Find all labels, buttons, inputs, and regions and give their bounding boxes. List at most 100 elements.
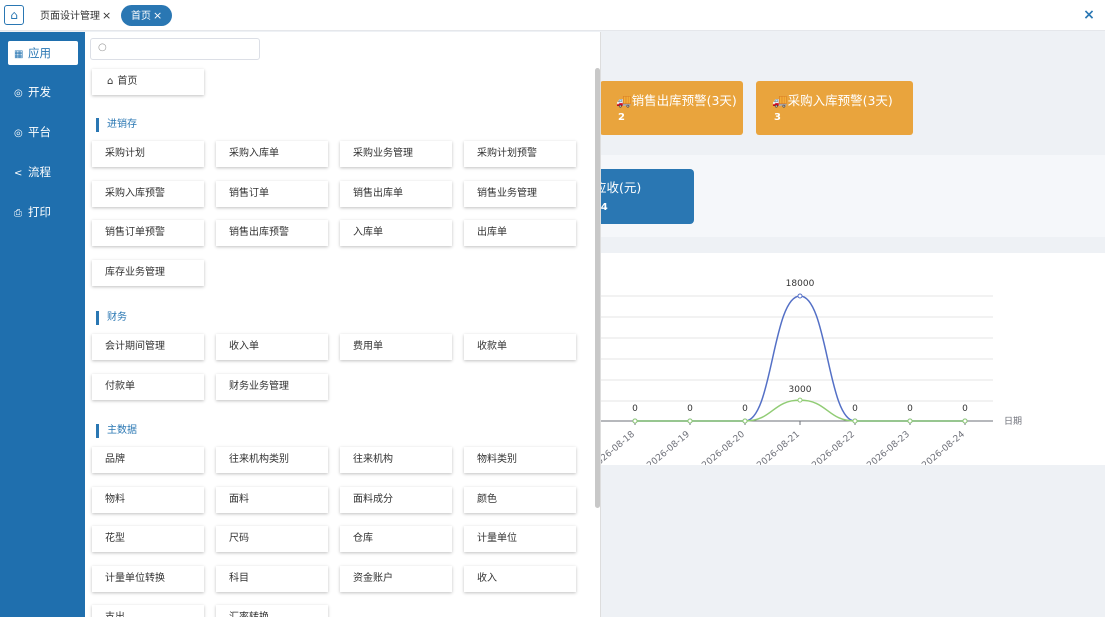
data-point <box>632 418 638 424</box>
receivable-card[interactable]: 应收(元) .4 <box>594 169 694 224</box>
dev-icon: ◎ <box>14 88 23 99</box>
menu-item[interactable]: 采购计划 <box>92 141 204 167</box>
data-label: 18000 <box>786 279 815 289</box>
sales-outbound-warning-card[interactable]: 🚚销售出库预警(3天) 2 <box>600 81 743 135</box>
menu-section-title: 财务 <box>96 311 127 325</box>
menu-item[interactable]: 面料成分 <box>340 486 452 513</box>
search-icon: ○ <box>98 42 107 53</box>
menu-item[interactable]: 花型 <box>92 526 204 552</box>
menu-item[interactable]: 采购入库单 <box>216 141 328 167</box>
tab-home[interactable]: 首页 × <box>121 5 173 26</box>
menu-section-title: 主数据 <box>96 424 137 438</box>
print-icon: ⎙ <box>14 208 22 219</box>
tab-label: 页面设计管理 <box>40 11 100 22</box>
dashboard: 🚚销售出库预警(3天) 2 🚚采购入库预警(3天) 3 应收(元) .4 202… <box>590 32 1105 617</box>
sidebar-item-label: 打印 <box>28 205 51 219</box>
menu-item[interactable]: 品牌 <box>92 447 204 473</box>
purchase-inbound-warning-card[interactable]: 🚚采购入库预警(3天) 3 <box>756 81 913 135</box>
menu-item[interactable]: 计量单位转换 <box>92 565 204 592</box>
menu-item[interactable]: 付款单 <box>92 373 204 400</box>
menu-item[interactable]: 入库单 <box>340 220 452 246</box>
tab-page-design[interactable]: 页面设计管理 × <box>40 5 111 26</box>
sidebar-item-platform[interactable]: ◎ 平台 <box>8 120 78 144</box>
menu-item[interactable]: 物料 <box>92 486 204 513</box>
menu-item[interactable]: 采购计划预警 <box>464 141 576 167</box>
data-point <box>852 418 858 424</box>
data-label: 0 <box>907 404 913 414</box>
menu-item[interactable]: 面料 <box>216 486 328 513</box>
truck-icon: 🚚 <box>772 93 788 108</box>
sidebar-item-print[interactable]: ⎙ 打印 <box>8 200 78 224</box>
truck-icon: 🚚 <box>616 93 632 108</box>
x-tick-label: 2026-08-23 <box>865 430 912 465</box>
menu-item[interactable]: 尺码 <box>216 526 328 552</box>
menu-item[interactable]: 采购入库预警 <box>92 180 204 207</box>
menu-item-label: 首页 <box>117 76 138 87</box>
data-point <box>742 418 748 424</box>
data-point <box>797 293 803 299</box>
menu-item[interactable]: 往来机构类别 <box>216 447 328 473</box>
sidebar-item-label: 流程 <box>28 165 51 179</box>
x-axis-label: 日期 <box>1004 416 1022 427</box>
menu-item[interactable]: 收入单 <box>216 334 328 360</box>
tab-label: 首页 <box>131 11 151 22</box>
menu-item[interactable]: 汇率转换 <box>216 605 328 617</box>
data-label: 0 <box>742 404 748 414</box>
data-label: 0 <box>852 404 858 414</box>
sidebar: ▦ 应用 ◎ 开发 ◎ 平台 < 流程 ⎙ 打印 <box>0 32 85 617</box>
close-icon[interactable]: × <box>1079 5 1099 25</box>
warning-title: 🚚采购入库预警(3天) <box>772 93 893 108</box>
data-label: 0 <box>687 404 693 414</box>
menu-item[interactable]: 销售出库单 <box>340 180 452 207</box>
menu-item[interactable]: 销售业务管理 <box>464 180 576 207</box>
menu-item[interactable]: 销售出库预警 <box>216 220 328 246</box>
scrollbar[interactable] <box>595 68 600 508</box>
menu-item[interactable]: 科目 <box>216 565 328 592</box>
menu-item[interactable]: 销售订单 <box>216 180 328 207</box>
data-point <box>962 418 968 424</box>
menu-item[interactable]: 计量单位 <box>464 526 576 552</box>
menu-item[interactable]: 收款单 <box>464 334 576 360</box>
finance-summary-panel: 应收(元) .4 <box>594 155 1105 237</box>
menu-item[interactable]: 库存业务管理 <box>92 259 204 286</box>
menu-item-home[interactable]: ⌂ 首页 <box>92 69 204 95</box>
receivable-title: 应收(元) <box>594 180 642 195</box>
top-bar: ⌂ 页面设计管理 × 首页 × × <box>0 0 1105 31</box>
menu-item[interactable]: 仓库 <box>340 526 452 552</box>
line-chart: 2026-08-18 2026-08-19 2026-08-20 2026-08-21… <box>590 279 1022 471</box>
warning-title: 🚚销售出库预警(3天) <box>616 93 737 108</box>
menu-item[interactable]: 往来机构 <box>340 447 452 473</box>
menu-item[interactable]: 颜色 <box>464 486 576 513</box>
menu-item[interactable]: 支出 <box>92 605 204 617</box>
sidebar-item-app[interactable]: ▦ 应用 <box>8 41 78 65</box>
menu-item[interactable]: 费用单 <box>340 334 452 360</box>
x-tick-label: 2026-08-22 <box>810 430 857 465</box>
series-line <box>635 399 965 422</box>
app-menu-panel: ○ ⌂ 首页 进销存 采购计划 采购入库单 采购业务管理 采购计划预警 采购入库预警 销售订单… <box>85 32 601 617</box>
trend-chart-panel: 2026-08-18 2026-08-19 2026-08-20 2026-08-21… <box>590 253 1105 471</box>
sidebar-item-label: 应用 <box>28 46 51 60</box>
menu-item[interactable]: 会计期间管理 <box>92 334 204 360</box>
home-icon[interactable]: ⌂ <box>4 5 24 25</box>
data-point <box>797 397 803 403</box>
warning-count: 3 <box>774 112 781 123</box>
data-label: 0 <box>962 404 968 414</box>
menu-item[interactable]: 财务业务管理 <box>216 373 328 400</box>
menu-item[interactable]: 采购业务管理 <box>340 141 452 167</box>
warning-count: 2 <box>618 112 625 123</box>
sidebar-item-label: 平台 <box>28 125 51 139</box>
search-input[interactable]: ○ <box>90 38 260 60</box>
flow-icon: < <box>14 168 23 179</box>
tab-close-icon[interactable]: × <box>153 9 162 22</box>
menu-item[interactable]: 物料类别 <box>464 447 576 473</box>
tab-close-icon[interactable]: × <box>102 9 111 22</box>
menu-item[interactable]: 销售订单预警 <box>92 220 204 246</box>
menu-item[interactable]: 收入 <box>464 565 576 592</box>
sidebar-item-flow[interactable]: < 流程 <box>8 160 78 184</box>
menu-item[interactable]: 出库单 <box>464 220 576 246</box>
grid-icon: ▦ <box>14 49 24 60</box>
home-icon: ⌂ <box>107 76 114 87</box>
sidebar-item-dev[interactable]: ◎ 开发 <box>8 80 78 104</box>
x-tick-label: 2026-08-18 <box>600 429 637 465</box>
menu-item[interactable]: 资金账户 <box>340 565 452 592</box>
